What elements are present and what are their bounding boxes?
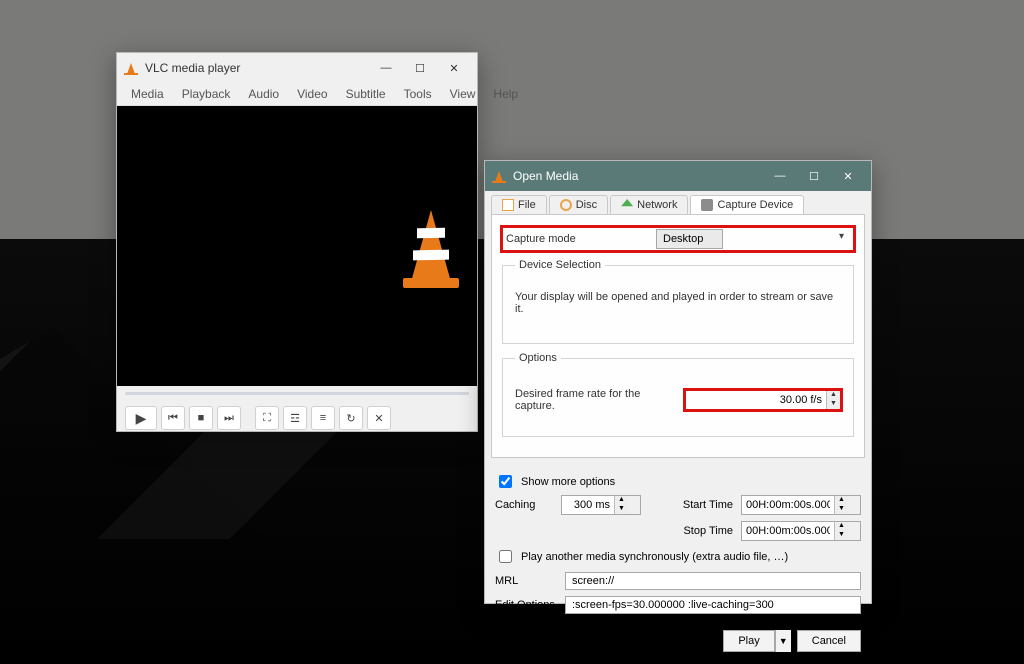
- capture-tab-body: Capture mode Desktop Device Selection Yo…: [491, 214, 865, 458]
- file-icon: [502, 199, 514, 211]
- network-icon: [621, 199, 633, 211]
- spin-up-icon[interactable]: ▲: [614, 496, 628, 505]
- shuffle-button[interactable]: ✕: [367, 406, 391, 430]
- device-selection-hint: Your display will be opened and played i…: [515, 281, 841, 333]
- spin-up-icon[interactable]: ▲: [826, 391, 840, 400]
- playlist-button[interactable]: ≡: [311, 406, 335, 430]
- framerate-input[interactable]: [686, 391, 826, 409]
- device-selection-legend: Device Selection: [515, 259, 605, 271]
- framerate-label: Desired frame rate for the capture.: [515, 388, 665, 412]
- framerate-spinner[interactable]: ▲▼: [685, 390, 841, 410]
- seek-bar[interactable]: [117, 386, 477, 400]
- dialog-titlebar[interactable]: Open Media — ☐ ✕: [485, 161, 871, 191]
- caching-label: Caching: [495, 499, 553, 511]
- play-sync-label: Play another media synchronously (extra …: [521, 551, 788, 563]
- stop-time-input[interactable]: [742, 522, 834, 540]
- play-button[interactable]: Play: [723, 630, 774, 652]
- start-time-input[interactable]: [742, 496, 834, 514]
- dialog-buttons: Play ▼ Cancel: [485, 624, 871, 662]
- vlc-cone-icon: [123, 60, 139, 76]
- mrl-label: MRL: [495, 575, 555, 587]
- tab-network[interactable]: Network: [610, 195, 688, 214]
- spin-down-icon[interactable]: ▼: [826, 400, 840, 409]
- spin-down-icon[interactable]: ▼: [614, 505, 628, 514]
- spin-up-icon[interactable]: ▲: [834, 496, 848, 505]
- tabs: File Disc Network Capture Device: [485, 191, 871, 214]
- menu-video[interactable]: Video: [289, 83, 335, 105]
- menu-subtitle[interactable]: Subtitle: [338, 83, 394, 105]
- dialog-minimize-button[interactable]: —: [763, 162, 797, 190]
- menu-help[interactable]: Help: [485, 83, 526, 105]
- start-time-label: Start Time: [675, 499, 733, 511]
- vlc-main-window: VLC media player — ☐ ✕ Media Playback Au…: [116, 52, 478, 432]
- mrl-input[interactable]: [565, 572, 861, 590]
- spin-down-icon[interactable]: ▼: [834, 505, 848, 514]
- device-selection-fieldset: Device Selection Your display will be op…: [502, 259, 854, 344]
- play-sync-checkbox[interactable]: [499, 550, 512, 563]
- menu-audio[interactable]: Audio: [240, 83, 287, 105]
- show-more-options-checkbox[interactable]: [499, 475, 512, 488]
- start-time-spinner[interactable]: ▲▼: [741, 495, 861, 515]
- capture-mode-row: Capture mode Desktop: [502, 227, 854, 251]
- stop-button[interactable]: ■: [189, 406, 213, 430]
- edit-options-label: Edit Options: [495, 599, 555, 611]
- video-area: [117, 106, 477, 386]
- main-menubar: Media Playback Audio Video Subtitle Tool…: [117, 83, 477, 106]
- menu-playback[interactable]: Playback: [174, 83, 239, 105]
- cancel-button[interactable]: Cancel: [797, 630, 861, 652]
- open-media-dialog: Open Media — ☐ ✕ File Disc Network Captu…: [484, 160, 872, 604]
- caching-spinner[interactable]: ▲▼: [561, 495, 641, 515]
- minimize-button[interactable]: —: [369, 54, 403, 82]
- spin-up-icon[interactable]: ▲: [834, 522, 848, 531]
- capture-mode-label: Capture mode: [506, 233, 656, 245]
- loop-button[interactable]: ↻: [339, 406, 363, 430]
- play-button[interactable]: ▶: [125, 406, 157, 430]
- close-button[interactable]: ✕: [437, 54, 471, 82]
- capture-mode-select[interactable]: Desktop: [656, 229, 723, 249]
- tab-file[interactable]: File: [491, 195, 547, 214]
- playback-controls: ▶ ⏮ ■ ⏭ ⛶ ☲ ≡ ↻ ✕: [117, 400, 477, 440]
- main-window-title: VLC media player: [145, 61, 240, 75]
- menu-tools[interactable]: Tools: [396, 83, 440, 105]
- spin-down-icon[interactable]: ▼: [834, 531, 848, 540]
- show-more-options-label: Show more options: [521, 476, 615, 488]
- stop-time-label: Stop Time: [675, 525, 733, 537]
- capture-icon: [701, 199, 713, 211]
- vlc-cone-logo: [397, 198, 465, 294]
- stop-time-spinner[interactable]: ▲▼: [741, 521, 861, 541]
- more-options-area: Show more options Caching ▲▼ Start Time …: [485, 464, 871, 624]
- options-legend: Options: [515, 352, 561, 364]
- main-titlebar[interactable]: VLC media player — ☐ ✕: [117, 53, 477, 83]
- prev-button[interactable]: ⏮: [161, 406, 185, 430]
- menu-view[interactable]: View: [442, 83, 484, 105]
- extended-settings-button[interactable]: ☲: [283, 406, 307, 430]
- play-dropdown-button[interactable]: ▼: [775, 630, 791, 652]
- dialog-title: Open Media: [513, 169, 578, 183]
- dialog-close-button[interactable]: ✕: [831, 162, 865, 190]
- vlc-cone-icon: [491, 168, 507, 184]
- disc-icon: [560, 199, 572, 211]
- next-button[interactable]: ⏭: [217, 406, 241, 430]
- edit-options-input[interactable]: [565, 596, 861, 614]
- fullscreen-button[interactable]: ⛶: [255, 406, 279, 430]
- maximize-button[interactable]: ☐: [403, 54, 437, 82]
- dialog-maximize-button[interactable]: ☐: [797, 162, 831, 190]
- caching-input[interactable]: [562, 496, 614, 514]
- options-fieldset: Options Desired frame rate for the captu…: [502, 352, 854, 437]
- tab-capture-device[interactable]: Capture Device: [690, 195, 804, 214]
- menu-media[interactable]: Media: [123, 83, 172, 105]
- tab-disc[interactable]: Disc: [549, 195, 608, 214]
